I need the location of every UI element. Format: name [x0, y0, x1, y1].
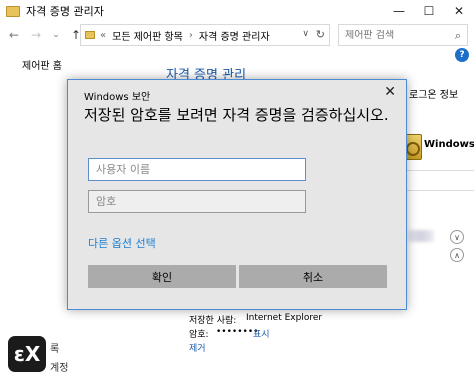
back-arrow-icon[interactable]: ← — [6, 28, 22, 42]
show-password-link[interactable]: 표시 — [253, 327, 270, 340]
dialog-title: Windows 보안 — [84, 92, 151, 103]
recent-locations-chevron-icon[interactable]: ⌄ — [48, 30, 64, 40]
username-field[interactable] — [88, 158, 306, 181]
saved-by-label: 저장한 사람: — [189, 316, 237, 326]
control-panel-home-link[interactable]: 제어판 홈 — [22, 57, 62, 72]
sidebar-accounts-link[interactable]: 계정 — [50, 359, 68, 374]
window-controls: — ☐ ✕ — [384, 0, 474, 22]
navigation-bar: ← → ⌄ ↑ « 모든 제어판 항목 › 자격 증명 관리자 ∨ ↻ ⌕ — [0, 24, 474, 46]
breadcrumb-credential-manager[interactable]: 자격 증명 관리자 — [199, 28, 270, 43]
sidebar-related-text[interactable]: 록 — [50, 340, 59, 355]
blurred-credential-entry[interactable] — [408, 230, 434, 242]
saved-by-value: Internet Explorer — [246, 313, 323, 323]
password-field[interactable] — [88, 190, 306, 213]
expand-chevron-icon[interactable]: ∨ — [450, 230, 464, 244]
title-bar: 자격 증명 관리자 — ☐ ✕ — [0, 0, 474, 22]
forward-arrow-icon[interactable]: → — [28, 28, 44, 42]
password-label: 암호: — [189, 330, 209, 340]
address-dropdown-icon[interactable]: ∨ — [302, 29, 309, 39]
close-button[interactable]: ✕ — [444, 0, 474, 22]
breadcrumb-all-control-panel-items[interactable]: 모든 제어판 항목 — [112, 28, 183, 43]
vault-label: Windows — [424, 139, 474, 150]
remove-credential-link[interactable]: 제거 — [189, 341, 206, 354]
search-icon[interactable]: ⌕ — [455, 29, 461, 43]
help-icon[interactable]: ? — [455, 48, 469, 62]
minimize-button[interactable]: — — [384, 0, 414, 22]
refresh-icon[interactable]: ↻ — [316, 28, 325, 41]
control-panel-folder-icon — [85, 31, 95, 39]
watermark-logo-icon: ɛX — [8, 336, 46, 372]
windows-security-dialog: Windows 보안 ✕ 저장된 암호를 보려면 자격 증명을 검증하십시오. … — [67, 79, 407, 310]
window-title: 자격 증명 관리자 — [26, 5, 104, 18]
credential-manager-app-icon — [6, 5, 20, 17]
search-input[interactable] — [345, 29, 445, 41]
address-box[interactable]: « 모든 제어판 항목 › 자격 증명 관리자 ∨ ↻ — [80, 24, 330, 46]
breadcrumb-separator-icon[interactable]: › — [189, 30, 193, 41]
logo-glyph: ɛX — [13, 342, 41, 366]
divider — [406, 170, 474, 171]
more-choices-link[interactable]: 다른 옵션 선택 — [88, 235, 156, 251]
address-overflow-icon[interactable]: « — [100, 30, 106, 41]
collapse-chevron-icon[interactable]: ∧ — [450, 248, 464, 262]
search-box[interactable]: ⌕ — [338, 24, 468, 46]
dialog-close-icon[interactable]: ✕ — [384, 84, 396, 100]
divider — [406, 190, 474, 191]
ok-button[interactable]: 확인 — [88, 265, 236, 288]
cancel-button[interactable]: 취소 — [239, 265, 387, 288]
windows-credentials-tab[interactable]: 로그온 정보 — [407, 86, 461, 101]
dialog-prompt: 저장된 암호를 보려면 자격 증명을 검증하십시오. — [84, 106, 389, 124]
maximize-button[interactable]: ☐ — [414, 0, 444, 22]
